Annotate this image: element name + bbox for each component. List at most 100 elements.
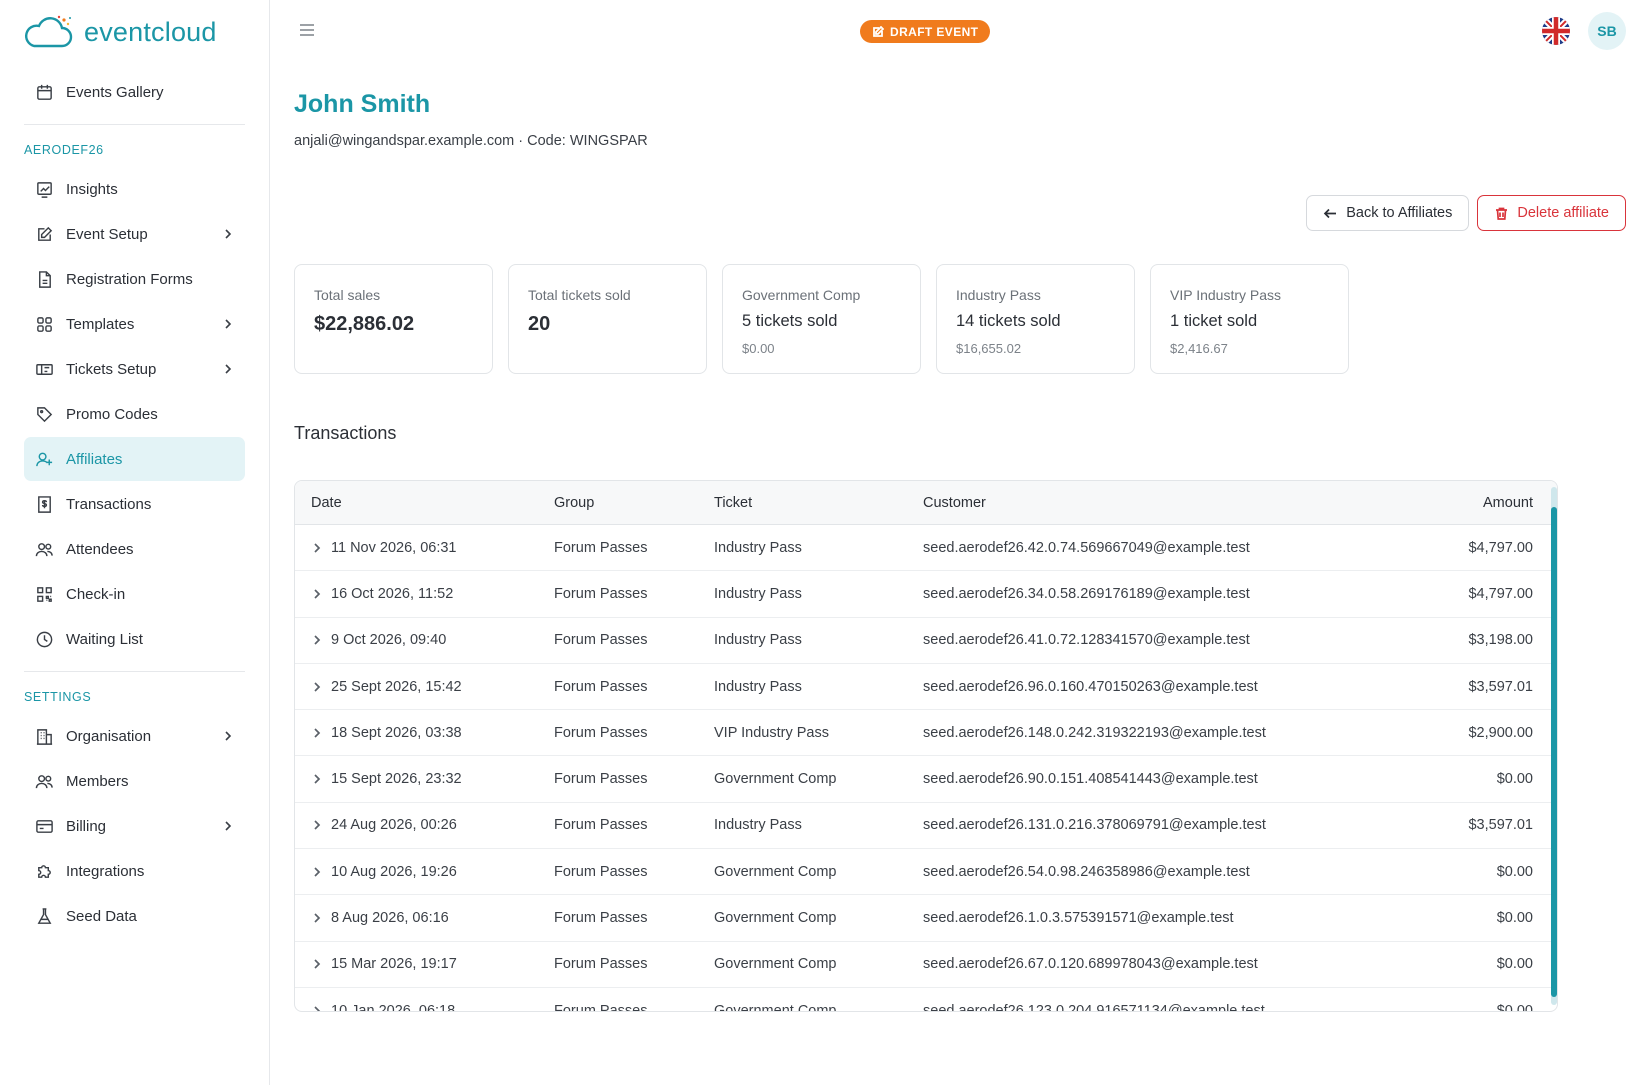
sidebar-item-billing[interactable]: Billing <box>24 804 245 848</box>
chevron-right-icon[interactable] <box>311 819 323 831</box>
trash-icon <box>1496 207 1508 220</box>
cell-date: 16 Oct 2026, 11:52 <box>295 586 554 602</box>
chevron-right-icon[interactable] <box>311 1005 323 1012</box>
sidebar-item-label: Check-in <box>66 585 126 603</box>
date-text: 25 Sept 2026, 15:42 <box>331 678 462 695</box>
cell-group: Forum Passes <box>554 863 648 880</box>
table-row[interactable]: 10 Aug 2026, 19:26 Forum Passes Government… <box>295 849 1557 896</box>
scrollbar-thumb[interactable] <box>1551 507 1557 997</box>
cell-customer: seed.aerodef26.131.0.216.378069791@examp… <box>923 817 1266 834</box>
cell-ticket: Government Comp <box>714 771 837 788</box>
sidebar-item-attendees[interactable]: Attendees <box>24 527 245 571</box>
table-row[interactable]: 15 Mar 2026, 19:17 Forum Passes Government… <box>295 942 1557 988</box>
date-text: 16 Oct 2026, 11:52 <box>331 585 454 602</box>
receipt-icon <box>34 494 54 514</box>
chevron-right-icon[interactable] <box>311 866 323 878</box>
cell-customer: seed.aerodef26.148.0.242.319322193@examp… <box>923 724 1266 741</box>
back-to-affiliates-button[interactable]: Back to Affiliates <box>1306 195 1470 231</box>
cell-date: 11 Nov 2026, 06:31 <box>295 540 554 556</box>
chevron-right-icon[interactable] <box>311 588 323 600</box>
delete-affiliate-button[interactable]: Delete affiliate <box>1477 195 1626 231</box>
chevron-right-icon <box>221 227 235 241</box>
cell-group: Forum Passes <box>554 724 648 741</box>
user-avatar[interactable]: SB <box>1588 12 1626 50</box>
cell-amount: $0.00 <box>1496 956 1533 973</box>
chevron-right-icon[interactable] <box>311 542 323 554</box>
table-row[interactable]: 11 Nov 2026, 06:31 Forum Passes Industry P… <box>295 525 1557 572</box>
chevron-right-icon <box>221 317 235 331</box>
chevron-right-icon[interactable] <box>311 727 323 739</box>
sidebar-item-tickets-setup[interactable]: Tickets Setup <box>24 347 245 391</box>
sidebar-item-events-gallery[interactable]: Events Gallery <box>24 70 245 114</box>
column-header-date[interactable]: Date <box>295 495 554 511</box>
qr-icon <box>34 584 54 604</box>
sidebar-item-promo-codes[interactable]: Promo Codes <box>24 392 245 436</box>
column-header-customer[interactable]: Customer <box>923 495 1383 511</box>
stat-amount: $0.00 <box>742 341 775 356</box>
cell-customer: seed.aerodef26.96.0.160.470150263@exampl… <box>923 678 1258 695</box>
table-row[interactable]: 15 Sept 2026, 23:32 Forum Passes Governmen… <box>295 756 1557 803</box>
sidebar-item-members[interactable]: Members <box>24 759 245 803</box>
grid-icon <box>34 314 54 334</box>
building-icon <box>34 726 54 746</box>
cell-date: 25 Sept 2026, 15:42 <box>295 679 554 695</box>
sidebar-item-organisation[interactable]: Organisation <box>24 714 245 758</box>
stat-sold: 1 ticket sold <box>1170 312 1258 330</box>
main-content: DRAFT EVENT SB John Smith anjali@wingand… <box>270 0 1644 1085</box>
menu-icon[interactable] <box>298 21 320 43</box>
table-row[interactable]: 25 Sept 2026, 15:42 Forum Passes Industry … <box>295 664 1557 711</box>
date-text: 9 Oct 2026, 09:40 <box>331 632 447 649</box>
chevron-right-icon[interactable] <box>311 681 323 693</box>
sidebar-item-transactions[interactable]: Transactions <box>24 482 245 526</box>
column-header-group[interactable]: Group <box>554 495 714 511</box>
cell-ticket: VIP Industry Pass <box>714 724 829 741</box>
sidebar-item-affiliates[interactable]: Affiliates <box>24 437 245 481</box>
cell-ticket: Industry Pass <box>714 632 802 649</box>
clock-icon <box>34 629 54 649</box>
table-row[interactable]: 18 Sept 2026, 03:38 Forum Passes VIP Indus… <box>295 710 1557 757</box>
event-section-label: AERODEF26 <box>24 143 104 157</box>
affiliate-subtitle: anjali@wingandspar.example.com · Code: W… <box>294 133 648 149</box>
sidebar-item-check-in[interactable]: Check-in <box>24 572 245 616</box>
stat-value: $22,886.02 <box>314 313 415 335</box>
card-icon <box>34 816 54 836</box>
table-row[interactable]: 10 Jan 2026, 06:18 Forum Passes Government… <box>295 988 1557 1012</box>
chevron-right-icon[interactable] <box>311 773 323 785</box>
table-row[interactable]: 9 Oct 2026, 09:40 Forum Passes Industry Pa… <box>295 618 1557 664</box>
date-text: 15 Sept 2026, 23:32 <box>331 771 462 788</box>
sidebar-item-label: Registration Forms <box>66 270 193 288</box>
column-header-ticket[interactable]: Ticket <box>714 495 923 511</box>
stat-label: Total sales <box>314 287 381 303</box>
table-row[interactable]: 8 Aug 2026, 06:16 Forum Passes Government … <box>295 895 1557 942</box>
edit-icon <box>34 224 54 244</box>
cell-amount: $2,900.00 <box>1468 724 1533 741</box>
table-row[interactable]: 24 Aug 2026, 00:26 Forum Passes Industry P… <box>295 803 1557 850</box>
chevron-right-icon[interactable] <box>311 912 323 924</box>
cell-customer: seed.aerodef26.67.0.120.689978043@exampl… <box>923 956 1258 973</box>
cell-amount: $0.00 <box>1496 771 1533 788</box>
transactions-table: Date Group Ticket Customer Amount 11 Nov… <box>294 480 1558 1012</box>
sidebar-item-insights[interactable]: Insights <box>24 167 245 211</box>
chart-icon <box>34 179 54 199</box>
sidebar-item-waiting-list[interactable]: Waiting List <box>24 617 245 661</box>
brand-name: eventcloud <box>84 16 217 47</box>
cell-ticket: Government Comp <box>714 956 837 973</box>
sidebar-item-event-setup[interactable]: Event Setup <box>24 212 245 256</box>
table-row[interactable]: 16 Oct 2026, 11:52 Forum Passes Industry P… <box>295 571 1557 618</box>
stat-value: 20 <box>528 313 551 335</box>
sidebar-item-seed-data[interactable]: Seed Data <box>24 894 245 938</box>
chevron-right-icon[interactable] <box>311 634 323 646</box>
stat-sold: 14 tickets sold <box>956 312 1061 330</box>
tag-icon <box>34 404 54 424</box>
cell-group: Forum Passes <box>554 817 648 834</box>
sidebar-item-templates[interactable]: Templates <box>24 302 245 346</box>
cell-customer: seed.aerodef26.41.0.72.128341570@example… <box>923 632 1250 649</box>
brand-logo[interactable]: eventcloud <box>24 0 245 64</box>
sidebar-item-integrations[interactable]: Integrations <box>24 849 245 893</box>
sidebar-item-registration-forms[interactable]: Registration Forms <box>24 257 245 301</box>
table-header: Date Group Ticket Customer Amount <box>295 481 1557 525</box>
cell-ticket: Industry Pass <box>714 678 802 695</box>
uk-flag-icon[interactable] <box>1542 17 1570 45</box>
column-header-amount[interactable]: Amount <box>1383 495 1557 511</box>
chevron-right-icon[interactable] <box>311 958 323 970</box>
